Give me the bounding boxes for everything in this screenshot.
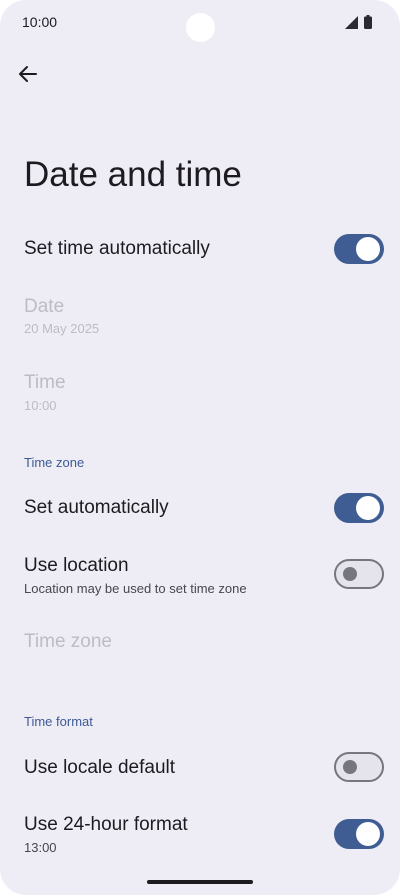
phone-screen: 10:00 Date and time Set time automatical… <box>0 0 400 895</box>
toggle-knob <box>356 496 380 520</box>
battery-icon <box>364 15 372 29</box>
camera-cutout <box>186 13 215 42</box>
arrow-back-icon[interactable] <box>16 62 40 86</box>
use-location-label: Use location <box>24 555 129 576</box>
use-locale-default-toggle[interactable] <box>334 752 384 782</box>
use-location-toggle[interactable] <box>334 559 384 589</box>
signal-icon <box>345 16 358 29</box>
status-time: 10:00 <box>22 14 58 30</box>
time-zone-label: Time zone <box>24 631 112 652</box>
time-zone-section-header: Time zone <box>24 455 85 470</box>
date-value: 20 May 2025 <box>24 321 100 336</box>
use-locale-default-label: Use locale default <box>24 757 176 778</box>
set-time-automatically-label: Set time automatically <box>24 238 210 259</box>
status-bar: 10:00 <box>0 0 400 44</box>
use-24-hour-format-label: Use 24-hour format <box>24 814 188 835</box>
toggle-knob <box>356 822 380 846</box>
toggle-knob <box>356 237 380 261</box>
page-title: Date and time <box>24 155 242 194</box>
toggle-knob <box>343 760 357 774</box>
date-label: Date <box>24 296 65 317</box>
gesture-handle[interactable] <box>147 880 253 884</box>
toggle-knob <box>343 567 357 581</box>
set-automatically-toggle[interactable] <box>334 493 384 523</box>
time-value: 10:00 <box>24 398 57 413</box>
use-24-hour-format-summary: 13:00 <box>24 840 57 855</box>
time-format-section-header: Time format <box>24 714 93 729</box>
use-24-hour-format-toggle[interactable] <box>334 819 384 849</box>
use-location-summary: Location may be used to set time zone <box>24 581 247 596</box>
set-automatically-label: Set automatically <box>24 497 169 518</box>
set-time-automatically-toggle[interactable] <box>334 234 384 264</box>
time-label: Time <box>24 372 66 393</box>
